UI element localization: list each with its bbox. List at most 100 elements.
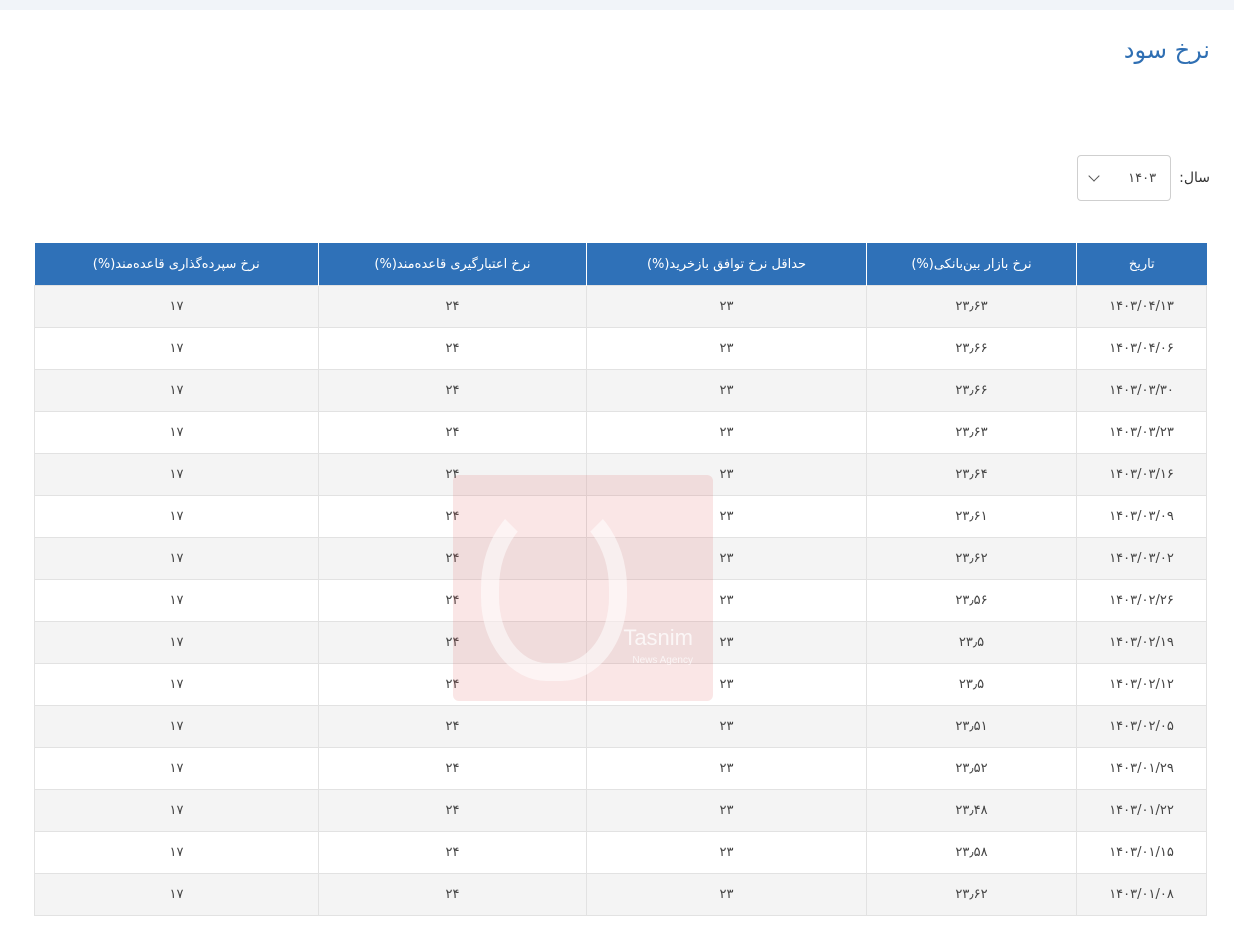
table-row: ۱۴۰۳/۰۴/۰۶ ۲۳٫۶۶ ۲۳ ۲۴ ۱۷ <box>34 327 1207 370</box>
cell-deposit-facility-rate: ۱۷ <box>34 369 319 412</box>
cell-date: ۱۴۰۳/۰۳/۰۲ <box>1076 537 1207 580</box>
cell-lending-facility-rate: ۲۴ <box>318 873 587 916</box>
cell-min-repo-rate: ۲۳ <box>586 621 867 664</box>
cell-lending-facility-rate: ۲۴ <box>318 579 587 622</box>
cell-date: ۱۴۰۳/۰۳/۰۹ <box>1076 495 1207 538</box>
column-header-deposit-facility-rate[interactable]: نرخ سپرده‌گذاری قاعده‌مند(%) <box>34 243 319 286</box>
cell-min-repo-rate: ۲۳ <box>586 663 867 706</box>
year-select[interactable]: ۱۴۰۳ <box>1077 155 1172 201</box>
year-filter: سال: ۱۴۰۳ <box>1077 154 1210 202</box>
cell-lending-facility-rate: ۲۴ <box>318 663 587 706</box>
cell-interbank-rate: ۲۳٫۵۱ <box>866 705 1077 748</box>
cell-lending-facility-rate: ۲۴ <box>318 621 587 664</box>
cell-interbank-rate: ۲۳٫۶۶ <box>866 369 1077 412</box>
cell-min-repo-rate: ۲۳ <box>586 453 867 496</box>
cell-min-repo-rate: ۲۳ <box>586 537 867 580</box>
cell-lending-facility-rate: ۲۴ <box>318 705 587 748</box>
table-row: ۱۴۰۳/۰۲/۱۹ ۲۳٫۵ ۲۳ ۲۴ ۱۷ <box>34 621 1207 664</box>
cell-date: ۱۴۰۳/۰۱/۲۲ <box>1076 789 1207 832</box>
cell-date: ۱۴۰۳/۰۲/۰۵ <box>1076 705 1207 748</box>
interest-rate-table: تاریخ نرخ بازار بین‌بانکی(%) حداقل نرخ ت… <box>34 243 1207 916</box>
table-row: ۱۴۰۳/۰۳/۰۹ ۲۳٫۶۱ ۲۳ ۲۴ ۱۷ <box>34 495 1207 538</box>
column-header-min-repo-rate[interactable]: حداقل نرخ توافق بازخرید(%) <box>586 243 867 286</box>
table-row: ۱۴۰۳/۰۳/۳۰ ۲۳٫۶۶ ۲۳ ۲۴ ۱۷ <box>34 369 1207 412</box>
cell-date: ۱۴۰۳/۰۲/۲۶ <box>1076 579 1207 622</box>
cell-interbank-rate: ۲۳٫۶۶ <box>866 327 1077 370</box>
chevron-down-icon <box>1088 170 1100 182</box>
cell-interbank-rate: ۲۳٫۵ <box>866 621 1077 664</box>
cell-min-repo-rate: ۲۳ <box>586 747 867 790</box>
cell-deposit-facility-rate: ۱۷ <box>34 411 319 454</box>
cell-min-repo-rate: ۲۳ <box>586 579 867 622</box>
page-title: نرخ سود <box>1123 36 1210 64</box>
cell-date: ۱۴۰۳/۰۴/۰۶ <box>1076 327 1207 370</box>
cell-date: ۱۴۰۳/۰۱/۱۵ <box>1076 831 1207 874</box>
cell-lending-facility-rate: ۲۴ <box>318 369 587 412</box>
cell-deposit-facility-rate: ۱۷ <box>34 537 319 580</box>
column-header-date[interactable]: تاریخ <box>1076 243 1207 286</box>
cell-min-repo-rate: ۲۳ <box>586 369 867 412</box>
table-row: ۱۴۰۳/۰۱/۰۸ ۲۳٫۶۲ ۲۳ ۲۴ ۱۷ <box>34 873 1207 916</box>
cell-date: ۱۴۰۳/۰۲/۱۹ <box>1076 621 1207 664</box>
cell-min-repo-rate: ۲۳ <box>586 285 867 328</box>
cell-date: ۱۴۰۳/۰۱/۰۸ <box>1076 873 1207 916</box>
cell-interbank-rate: ۲۳٫۶۱ <box>866 495 1077 538</box>
cell-interbank-rate: ۲۳٫۵۶ <box>866 579 1077 622</box>
cell-lending-facility-rate: ۲۴ <box>318 495 587 538</box>
cell-deposit-facility-rate: ۱۷ <box>34 705 319 748</box>
table-row: ۱۴۰۳/۰۲/۱۲ ۲۳٫۵ ۲۳ ۲۴ ۱۷ <box>34 663 1207 706</box>
cell-deposit-facility-rate: ۱۷ <box>34 495 319 538</box>
cell-interbank-rate: ۲۳٫۶۳ <box>866 285 1077 328</box>
table-body: ۱۴۰۳/۰۴/۱۳ ۲۳٫۶۳ ۲۳ ۲۴ ۱۷ ۱۴۰۳/۰۴/۰۶ ۲۳٫۶۶ ۲۳ ۲۴… <box>34 285 1207 916</box>
cell-lending-facility-rate: ۲۴ <box>318 327 587 370</box>
cell-lending-facility-rate: ۲۴ <box>318 453 587 496</box>
table-row: ۱۴۰۳/۰۳/۲۳ ۲۳٫۶۳ ۲۳ ۲۴ ۱۷ <box>34 411 1207 454</box>
year-label: سال: <box>1179 170 1210 186</box>
cell-interbank-rate: ۲۳٫۵۲ <box>866 747 1077 790</box>
cell-lending-facility-rate: ۲۴ <box>318 747 587 790</box>
cell-lending-facility-rate: ۲۴ <box>318 789 587 832</box>
cell-deposit-facility-rate: ۱۷ <box>34 579 319 622</box>
table-row: ۱۴۰۳/۰۳/۰۲ ۲۳٫۶۲ ۲۳ ۲۴ ۱۷ <box>34 537 1207 580</box>
cell-deposit-facility-rate: ۱۷ <box>34 621 319 664</box>
cell-lending-facility-rate: ۲۴ <box>318 285 587 328</box>
cell-deposit-facility-rate: ۱۷ <box>34 789 319 832</box>
cell-interbank-rate: ۲۳٫۵ <box>866 663 1077 706</box>
cell-deposit-facility-rate: ۱۷ <box>34 663 319 706</box>
cell-interbank-rate: ۲۳٫۵۸ <box>866 831 1077 874</box>
cell-date: ۱۴۰۳/۰۴/۱۳ <box>1076 285 1207 328</box>
cell-interbank-rate: ۲۳٫۶۲ <box>866 537 1077 580</box>
cell-deposit-facility-rate: ۱۷ <box>34 873 319 916</box>
cell-interbank-rate: ۲۳٫۶۴ <box>866 453 1077 496</box>
table-row: ۱۴۰۳/۰۴/۱۳ ۲۳٫۶۳ ۲۳ ۲۴ ۱۷ <box>34 285 1207 328</box>
cell-min-repo-rate: ۲۳ <box>586 495 867 538</box>
cell-min-repo-rate: ۲۳ <box>586 831 867 874</box>
cell-date: ۱۴۰۳/۰۱/۲۹ <box>1076 747 1207 790</box>
cell-lending-facility-rate: ۲۴ <box>318 537 587 580</box>
cell-date: ۱۴۰۳/۰۲/۱۲ <box>1076 663 1207 706</box>
cell-min-repo-rate: ۲۳ <box>586 705 867 748</box>
cell-date: ۱۴۰۳/۰۳/۱۶ <box>1076 453 1207 496</box>
cell-interbank-rate: ۲۳٫۶۲ <box>866 873 1077 916</box>
cell-min-repo-rate: ۲۳ <box>586 873 867 916</box>
cell-date: ۱۴۰۳/۰۳/۳۰ <box>1076 369 1207 412</box>
cell-interbank-rate: ۲۳٫۴۸ <box>866 789 1077 832</box>
table-row: ۱۴۰۳/۰۱/۲۲ ۲۳٫۴۸ ۲۳ ۲۴ ۱۷ <box>34 789 1207 832</box>
cell-deposit-facility-rate: ۱۷ <box>34 327 319 370</box>
cell-date: ۱۴۰۳/۰۳/۲۳ <box>1076 411 1207 454</box>
table-row: ۱۴۰۳/۰۱/۱۵ ۲۳٫۵۸ ۲۳ ۲۴ ۱۷ <box>34 831 1207 874</box>
table-row: ۱۴۰۳/۰۱/۲۹ ۲۳٫۵۲ ۲۳ ۲۴ ۱۷ <box>34 747 1207 790</box>
table-row: ۱۴۰۳/۰۲/۲۶ ۲۳٫۵۶ ۲۳ ۲۴ ۱۷ <box>34 579 1207 622</box>
cell-deposit-facility-rate: ۱۷ <box>34 453 319 496</box>
page: نرخ سود سال: ۱۴۰۳ تاریخ نرخ بازار بین‌با… <box>0 0 1234 930</box>
column-header-interbank-rate[interactable]: نرخ بازار بین‌بانکی(%) <box>866 243 1077 286</box>
table-row: ۱۴۰۳/۰۳/۱۶ ۲۳٫۶۴ ۲۳ ۲۴ ۱۷ <box>34 453 1207 496</box>
table-header-row: تاریخ نرخ بازار بین‌بانکی(%) حداقل نرخ ت… <box>34 243 1207 286</box>
cell-deposit-facility-rate: ۱۷ <box>34 747 319 790</box>
column-header-lending-facility-rate[interactable]: نرخ اعتبارگیری قاعده‌مند(%) <box>318 243 587 286</box>
year-select-value: ۱۴۰۳ <box>1128 170 1157 186</box>
cell-deposit-facility-rate: ۱۷ <box>34 285 319 328</box>
cell-min-repo-rate: ۲۳ <box>586 411 867 454</box>
table-row: ۱۴۰۳/۰۲/۰۵ ۲۳٫۵۱ ۲۳ ۲۴ ۱۷ <box>34 705 1207 748</box>
cell-min-repo-rate: ۲۳ <box>586 327 867 370</box>
